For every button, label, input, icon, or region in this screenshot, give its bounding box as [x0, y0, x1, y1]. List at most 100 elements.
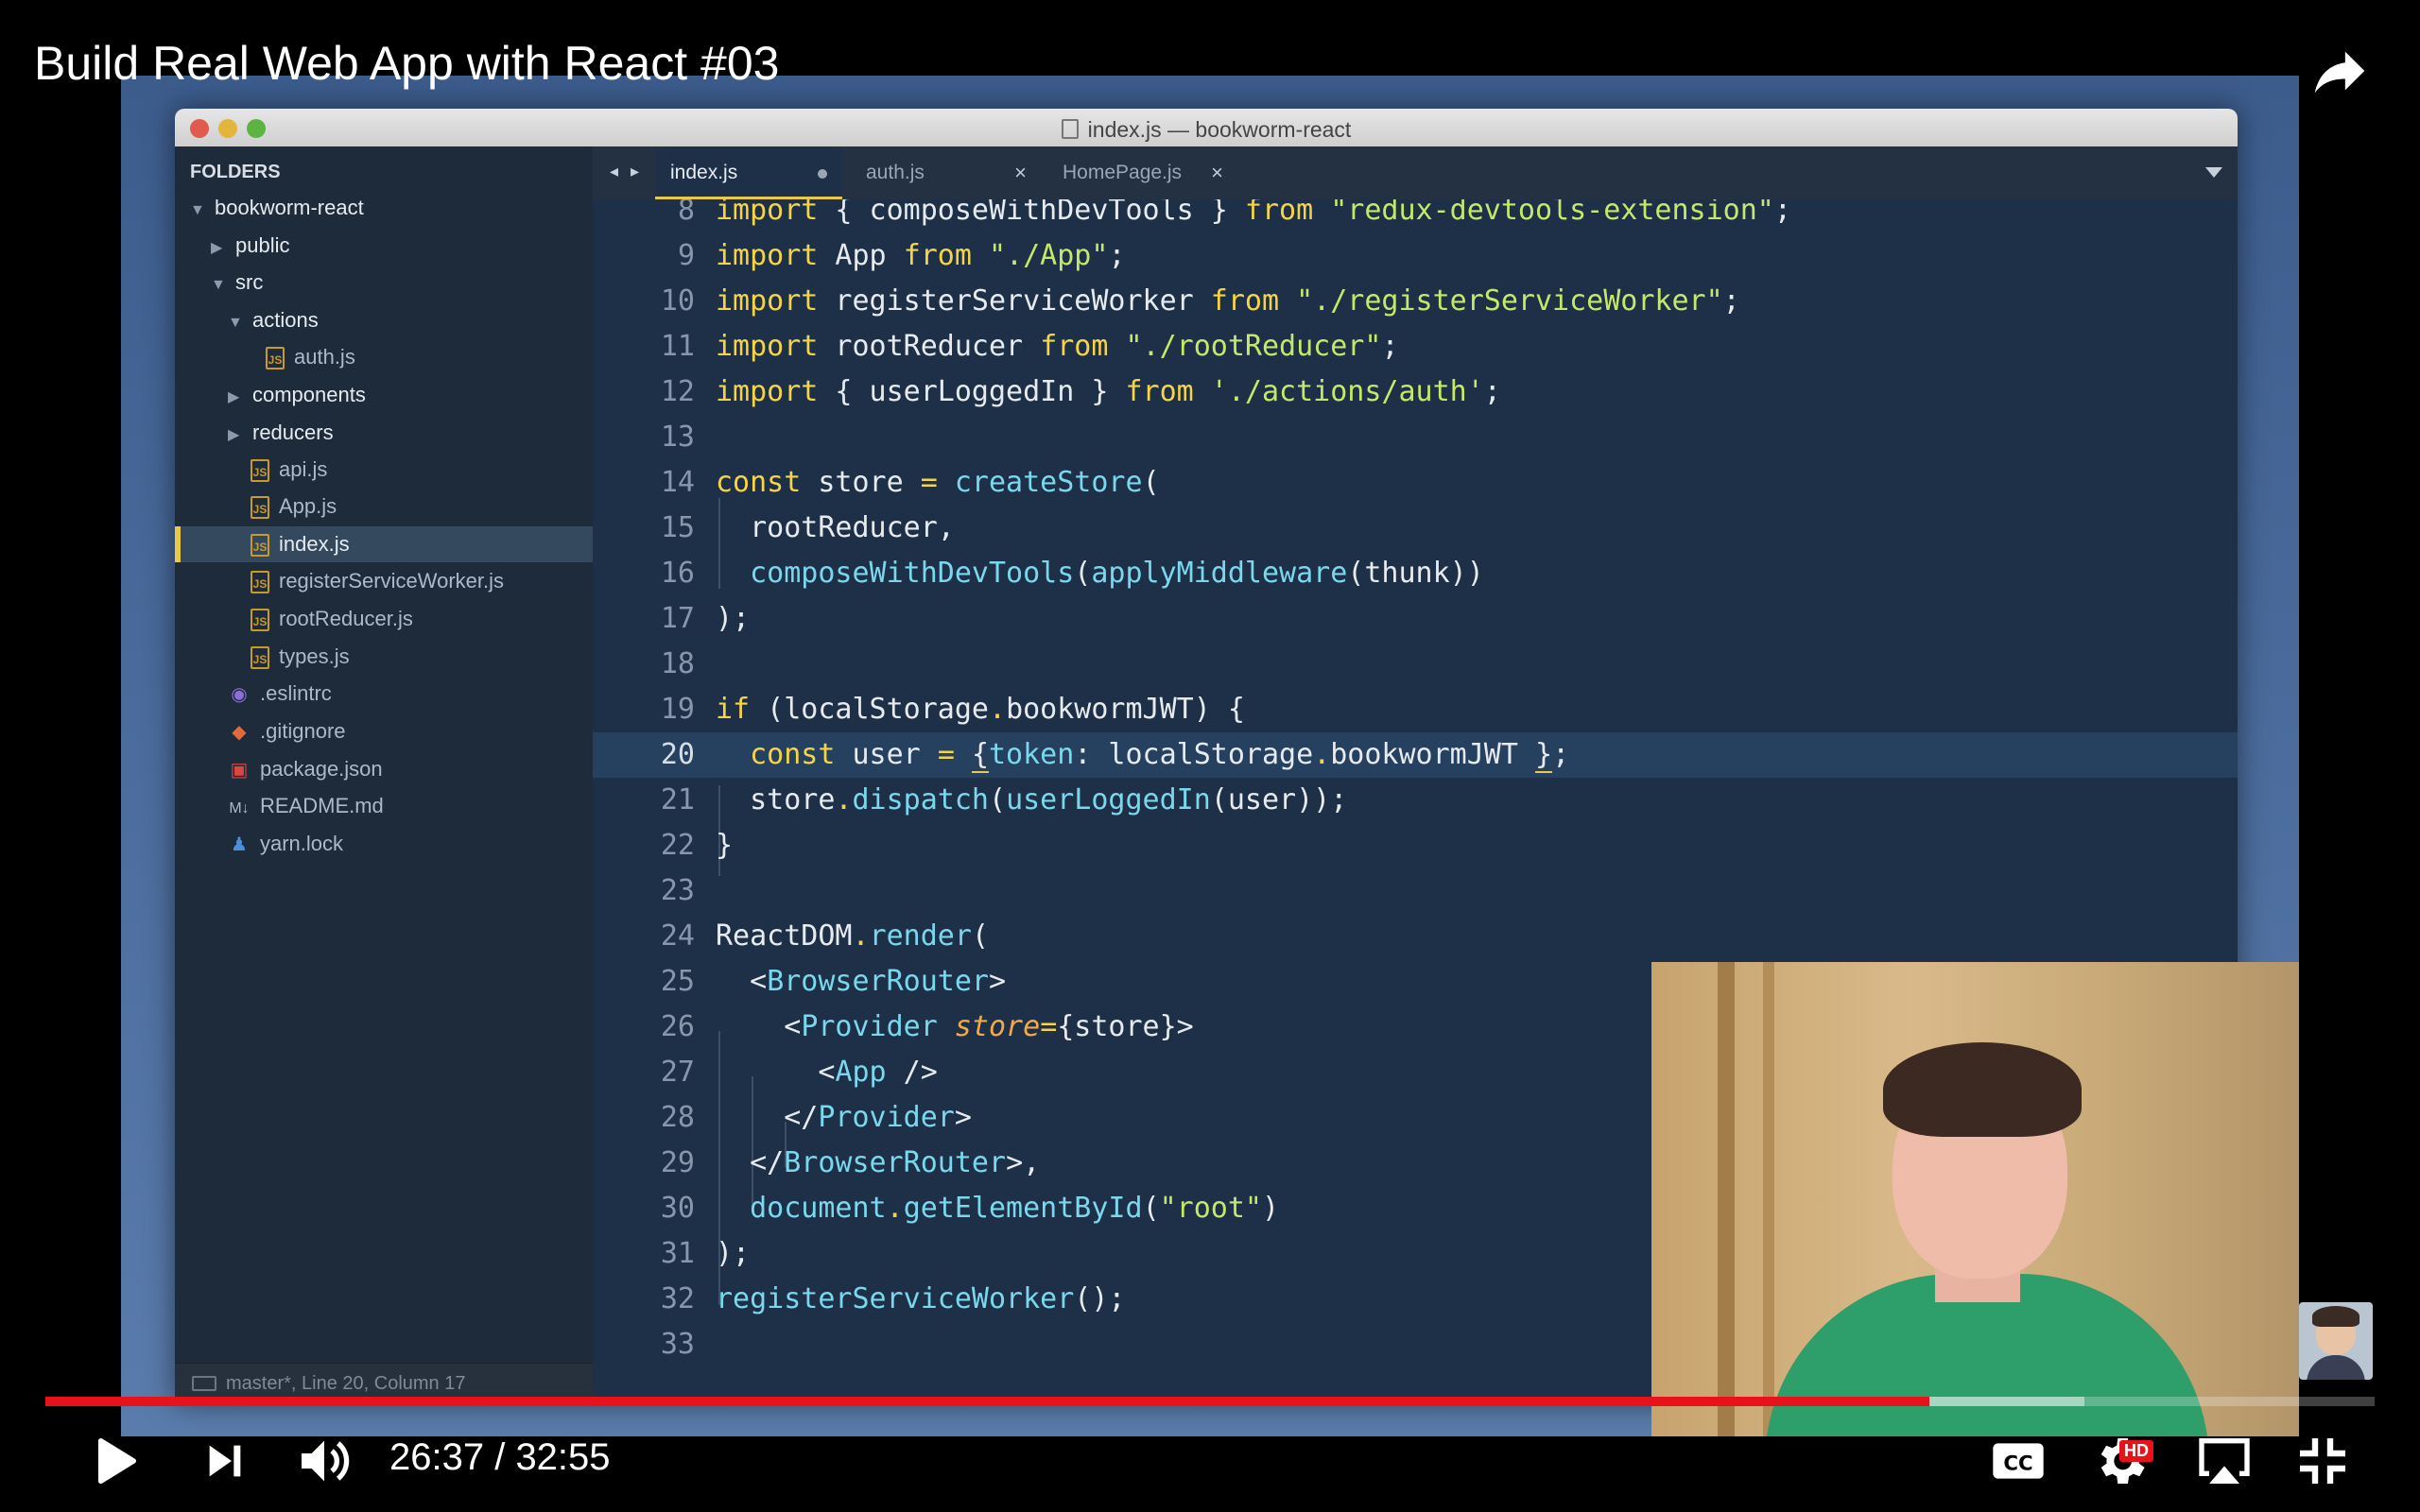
airplay-icon[interactable] [2191, 1431, 2257, 1491]
hd-badge: HD [2119, 1440, 2153, 1462]
presenter-hair [1883, 1042, 2082, 1137]
code-text: import registerServiceWorker from "./reg… [716, 284, 1740, 318]
yarn-icon: ♟ [231, 834, 248, 855]
code-text: <BrowserRouter> [716, 965, 1007, 998]
code-line: 15 rootReducer, [593, 506, 2238, 551]
tree-item-components[interactable]: ▶ components [228, 377, 366, 413]
tree-item-reducers[interactable]: ▶ reducers [228, 415, 334, 451]
current-code-line: 20 const user = {token: localStorage.boo… [593, 732, 2238, 778]
tree-item-types-js[interactable]: JS types.js [251, 639, 350, 675]
code-line: 18 [660, 647, 695, 680]
status-text: master*, Line 20, Column 17 [226, 1373, 466, 1394]
code-text: </Provider> [716, 1101, 972, 1134]
npm-package-icon: ▣ [230, 760, 249, 781]
code-line: 14 const store = createStore( [593, 460, 2238, 506]
tree-item-registerserviceworker-js[interactable]: JS registerServiceWorker.js [251, 563, 504, 599]
js-file-icon: JS [251, 571, 269, 594]
next-icon[interactable] [199, 1431, 251, 1491]
code-line: 10 import registerServiceWorker from "./r… [593, 279, 2238, 324]
tree-item-rootreducer-js[interactable]: JS rootReducer.js [251, 601, 413, 637]
avatar-body [2307, 1355, 2365, 1380]
tab-nav-arrows[interactable]: ◂ ▸ [610, 162, 643, 181]
code-text: ReactDOM.render( [716, 919, 989, 953]
code-text: import { userLoggedIn } from './actions/… [716, 375, 1501, 408]
js-file-icon: JS [266, 347, 285, 370]
code-line: 23 [660, 874, 695, 907]
cc-icon[interactable]: CC [1985, 1431, 2051, 1491]
video-title[interactable]: Build Real Web App with React #03 [34, 36, 779, 91]
chevron-down-icon: ▼ [211, 277, 226, 293]
file-tree-sidebar: FOLDERS ▼ bookworm-react ▶ public ▼ src ▼ ac… [175, 146, 593, 1403]
git-icon: ◆ [232, 722, 247, 743]
code-line: 19 if (localStorage.bookwormJWT) { [593, 687, 2238, 732]
window-title: index.js — bookworm-react [175, 117, 2238, 143]
avatar-hair [2312, 1306, 2360, 1327]
js-file-icon: JS [251, 609, 269, 632]
tree-item-index-js[interactable]: JS index.js [175, 526, 593, 562]
webcam-door-frame [1718, 962, 1735, 1436]
code-text: <App /> [716, 1056, 938, 1089]
chevron-right-icon: ▶ [211, 240, 223, 256]
selection-indicator [175, 526, 181, 562]
channel-avatar[interactable] [2299, 1302, 2373, 1380]
chevron-down-icon: ▼ [190, 202, 205, 218]
code-text: if (localStorage.bookwormJWT) { [716, 693, 1245, 726]
js-file-icon: JS [251, 534, 269, 558]
js-file-icon: JS [251, 496, 269, 520]
code-line: 13 [660, 421, 695, 454]
code-text: import rootReducer from "./rootReducer"; [716, 330, 1399, 363]
code-line: 11 import rootReducer from "./rootReducer… [593, 324, 2238, 369]
code-text: <Provider store={store}> [716, 1010, 1194, 1043]
chevron-right-icon: ▶ [228, 427, 240, 443]
tree-item-public[interactable]: ▶ public [211, 228, 289, 264]
code-text: const user = {token: localStorage.bookwo… [750, 738, 1570, 773]
tree-item-eslintrc[interactable]: ◉ .eslintrc [228, 676, 332, 712]
tab-homepage-js[interactable]: HomePage.js × [1047, 146, 1236, 199]
code-text: registerServiceWorker(); [716, 1282, 1126, 1315]
time-display: 26:37 / 32:55 [389, 1436, 611, 1478]
code-line: 9 import App from "./App"; [593, 233, 2238, 279]
tree-item-bookworm-react[interactable]: ▼ bookworm-react [190, 190, 364, 226]
window-titlebar: index.js — bookworm-react [175, 109, 2238, 146]
tab-bar: ◂ ▸ index.js auth.js × HomePage.js × [593, 146, 2238, 199]
tab-index-js[interactable]: index.js [655, 146, 842, 199]
code-text: const store = createStore( [716, 466, 1160, 499]
tab-dropdown-icon[interactable] [2205, 167, 2222, 178]
markdown-icon: M↓ [229, 800, 250, 816]
eslint-icon: ◉ [231, 684, 248, 705]
webcam-door-frame [1763, 962, 1774, 1436]
tree-item-src[interactable]: ▼ src [211, 265, 263, 301]
chevron-down-icon: ▼ [228, 315, 243, 331]
code-text: ); [716, 1237, 751, 1270]
folders-header: FOLDERS [190, 162, 281, 182]
terminal-icon[interactable] [192, 1376, 216, 1391]
code-text: </BrowserRouter>, [716, 1146, 1041, 1179]
close-tab-icon[interactable]: × [1014, 146, 1027, 199]
code-text: import { composeWithDevTools } from "red… [716, 199, 1791, 227]
tree-item-app-js[interactable]: JS App.js [251, 489, 337, 524]
tree-item-gitignore[interactable]: ◆ .gitignore [228, 713, 345, 749]
tree-item-actions[interactable]: ▼ actions [228, 302, 319, 338]
js-file-icon: JS [251, 459, 269, 483]
exit-fullscreen-icon[interactable] [2292, 1431, 2353, 1491]
tree-item-readme-md[interactable]: M↓ README.md [228, 788, 383, 824]
share-arrow-icon[interactable] [2307, 38, 2373, 104]
code-text: composeWithDevTools(applyMiddleware(thun… [750, 557, 1484, 590]
webcam-overlay [1651, 962, 2299, 1436]
chevron-right-icon: ▶ [228, 389, 240, 405]
play-icon[interactable] [83, 1431, 144, 1491]
tree-item-auth-js[interactable]: JS auth.js [266, 339, 355, 375]
tree-item-package-json[interactable]: ▣ package.json [228, 751, 383, 787]
document-icon [1061, 119, 1079, 139]
tree-item-api-js[interactable]: JS api.js [251, 452, 327, 488]
progress-bar[interactable] [45, 1397, 2375, 1406]
code-text: document.getElementById("root") [750, 1192, 1280, 1225]
js-file-icon: JS [251, 646, 269, 670]
close-tab-icon[interactable]: × [1211, 146, 1223, 199]
tab-auth-js[interactable]: auth.js × [851, 146, 1040, 199]
modified-dot-icon[interactable] [818, 169, 827, 179]
tree-item-yarn-lock[interactable]: ♟ yarn.lock [228, 826, 343, 862]
svg-text:CC: CC [2003, 1452, 2032, 1475]
code-text: } [716, 829, 734, 862]
volume-icon[interactable] [291, 1431, 357, 1491]
